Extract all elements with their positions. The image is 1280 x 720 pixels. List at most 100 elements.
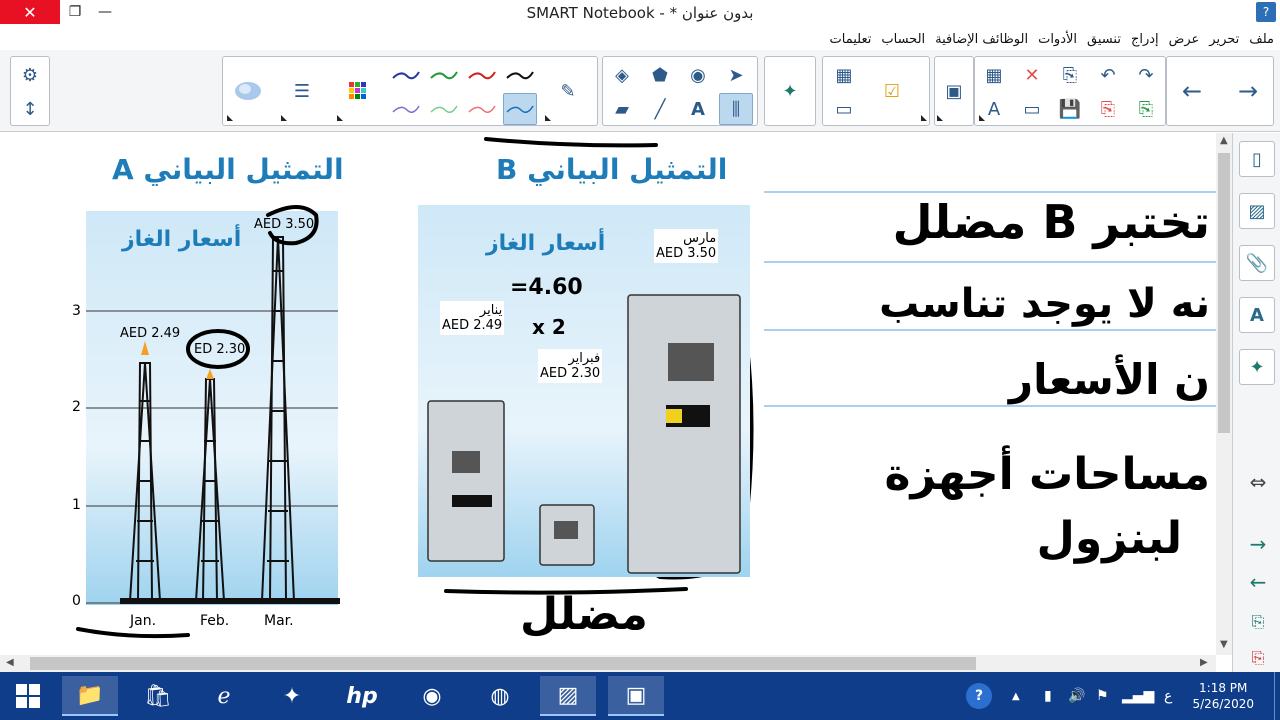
full-screen-icon[interactable]: ▭ <box>1015 93 1049 125</box>
pen-pink-icon[interactable] <box>465 93 499 125</box>
menu-addons[interactable]: الوظائف الإضافية <box>935 32 1028 47</box>
addons-icon[interactable]: ✦ <box>1239 349 1275 385</box>
insert-page-icon[interactable]: ⎘ <box>1129 93 1163 125</box>
vertical-scroll-thumb[interactable] <box>1218 153 1230 433</box>
page-icon[interactable]: ⎘ <box>1053 59 1087 91</box>
settings-icon[interactable]: ⚙ <box>13 59 47 91</box>
rule-line <box>764 405 1216 407</box>
battery-icon[interactable]: ▮ <box>1044 672 1052 720</box>
lines-icon[interactable]: ☰ <box>285 75 319 107</box>
prev-page-icon[interactable]: ← <box>1243 567 1273 597</box>
store-icon[interactable]: 🛍 <box>130 676 186 716</box>
magic-pen-icon[interactable]: ◉ <box>681 59 715 91</box>
select-icon[interactable]: ➤ <box>719 59 753 91</box>
forward-icon[interactable]: → <box>1231 75 1265 107</box>
menu-insert[interactable]: إدراج <box>1131 32 1159 47</box>
title-bar: ✕ ❐ — SMART Notebook - * بدون عنوان ? <box>0 0 1280 28</box>
horizontal-scrollbar[interactable]: ◀ ▶ <box>0 655 1216 672</box>
page-sorter-icon[interactable]: ▯ <box>1239 141 1275 177</box>
fill-icon[interactable]: ◈ <box>605 59 639 91</box>
pen-selected-icon[interactable] <box>503 93 537 125</box>
media-app-icon[interactable]: ◉ <box>404 676 460 716</box>
show-desktop-button[interactable] <box>1274 672 1280 720</box>
menu-view[interactable]: عرض <box>1169 32 1200 47</box>
vertical-scrollbar[interactable]: ▲ ▼ <box>1216 133 1232 655</box>
grid-icon[interactable] <box>341 75 375 107</box>
horizontal-scroll-thumb[interactable] <box>30 657 976 670</box>
delete-page-icon[interactable]: ⎘ <box>1091 93 1125 125</box>
volume-icon[interactable]: 🔊 <box>1068 672 1085 720</box>
ink-note-4: مساحات أجهزة <box>884 449 1211 500</box>
pen-blue-icon[interactable] <box>389 59 423 91</box>
next-page-icon[interactable]: → <box>1243 529 1273 559</box>
scroll-down-icon[interactable]: ▼ <box>1220 639 1228 650</box>
table-icon[interactable]: ▦ <box>977 59 1011 91</box>
toolbar-tools-group: ◈ ⬟ ◉ ➤ ▰ ╱ A ⫼ <box>602 56 758 126</box>
back-icon[interactable]: ← <box>1175 75 1209 107</box>
chrome-icon[interactable]: ◍ <box>472 676 528 716</box>
toolbar-settings-group: ⚙ ↕ <box>10 56 50 126</box>
screen-shade-icon[interactable]: ▭ <box>827 93 861 125</box>
menu-help[interactable]: تعليمات <box>830 32 872 47</box>
text-icon[interactable]: A <box>681 93 715 125</box>
smart-notebook-icon[interactable]: ▨ <box>540 676 596 716</box>
eraser-icon[interactable]: ▰ <box>605 93 639 125</box>
pen-green-icon[interactable] <box>427 59 461 91</box>
network-icon[interactable]: ▂▄▆ <box>1122 672 1154 720</box>
menu-file[interactable]: ملف <box>1249 32 1274 47</box>
properties-icon[interactable]: ⫼ <box>719 93 753 125</box>
scroll-left-icon[interactable]: ◀ <box>6 657 14 668</box>
toolbar-file-group: ▦ ✕ ⎘ ↶ ↷ A ▭ 💾 ⎘ ⎘ <box>974 56 1166 126</box>
pump-price-mar: AED 3.50 <box>656 246 717 261</box>
attachments-icon[interactable]: 📎 <box>1239 245 1275 281</box>
check-icon[interactable]: ☑ <box>875 75 909 107</box>
toolbar-pens-group: ☰ ✎ <box>222 56 598 126</box>
window-title: SMART Notebook - * بدون عنوان <box>526 4 754 22</box>
tray-help-icon[interactable]: ? <box>966 672 992 720</box>
save-icon[interactable]: 💾 <box>1053 93 1087 125</box>
addon-icon[interactable]: ✦ <box>773 75 807 107</box>
tray-expand-icon[interactable]: ▲ <box>1012 672 1020 720</box>
cloud-icon[interactable] <box>231 75 265 107</box>
capture-icon[interactable]: ▣ <box>937 75 971 107</box>
gallery-icon[interactable]: ▨ <box>1239 193 1275 229</box>
move-sidebar-icon[interactable]: ⇔ <box>1243 467 1273 497</box>
smart-tools-icon[interactable]: ▣ <box>608 676 664 716</box>
line-icon[interactable]: ╱ <box>643 93 677 125</box>
pen-black-icon[interactable] <box>503 59 537 91</box>
help-icon[interactable]: ? <box>1256 2 1276 22</box>
redo-icon[interactable]: ↷ <box>1129 59 1163 91</box>
start-icon[interactable] <box>0 676 56 716</box>
properties-icon[interactable]: A <box>1239 297 1275 333</box>
resize-toolbar-icon[interactable]: ↕ <box>13 93 47 125</box>
add-page-icon[interactable]: ⎘ <box>1243 607 1273 637</box>
scroll-right-icon[interactable]: ▶ <box>1200 657 1208 668</box>
hp-icon[interactable]: hp <box>334 676 390 716</box>
pen-icon[interactable]: ✎ <box>551 75 585 107</box>
shape-icon[interactable]: ⬟ <box>643 59 677 91</box>
flag-icon[interactable]: ⚑ <box>1096 672 1109 720</box>
pen-blue-thin-icon[interactable] <box>389 93 423 125</box>
add-page-icon[interactable]: ▦ <box>827 59 861 91</box>
puzzle-app-icon[interactable]: ✦ <box>264 676 320 716</box>
scroll-up-icon[interactable]: ▲ <box>1220 135 1228 146</box>
internet-explorer-icon[interactable]: ℯ <box>196 676 252 716</box>
language-indicator[interactable]: ع <box>1164 672 1172 720</box>
undo-icon[interactable]: ↶ <box>1091 59 1125 91</box>
menu-tools[interactable]: الأدوات <box>1038 32 1077 47</box>
clock[interactable]: 1:18 PM 5/26/2020 <box>1192 680 1254 712</box>
ink-note-1: تختبر B مضلل <box>892 195 1210 249</box>
menu-account[interactable]: الحساب <box>881 32 925 47</box>
toolbar: ⚙ ↕ ☰ ✎ ◈ ⬟ ◉ ➤ ▰ ╱ A ⫼ ✦ ▦ ☑ ▭ ▣ ▦ ✕ ⎘ … <box>0 50 1280 132</box>
menu-format[interactable]: تنسيق <box>1087 32 1121 47</box>
file-explorer-icon[interactable]: 📁 <box>62 676 118 716</box>
pen-red-icon[interactable] <box>465 59 499 91</box>
ink-under-b: مضلل <box>520 589 648 640</box>
delete-page-icon[interactable]: ⎘ <box>1243 643 1273 673</box>
pump-label-jan: يناير AED 2.49 <box>440 301 505 335</box>
delete-icon[interactable]: ✕ <box>1015 59 1049 91</box>
menu-edit[interactable]: تحرير <box>1209 32 1239 47</box>
pen-lightgreen-icon[interactable] <box>427 93 461 125</box>
notebook-canvas[interactable]: التمثيل البياني A أسعار الغاز 3 2 1 0 Ja… <box>0 133 1216 655</box>
pump-label-feb: فبراير AED 2.30 <box>538 349 603 383</box>
